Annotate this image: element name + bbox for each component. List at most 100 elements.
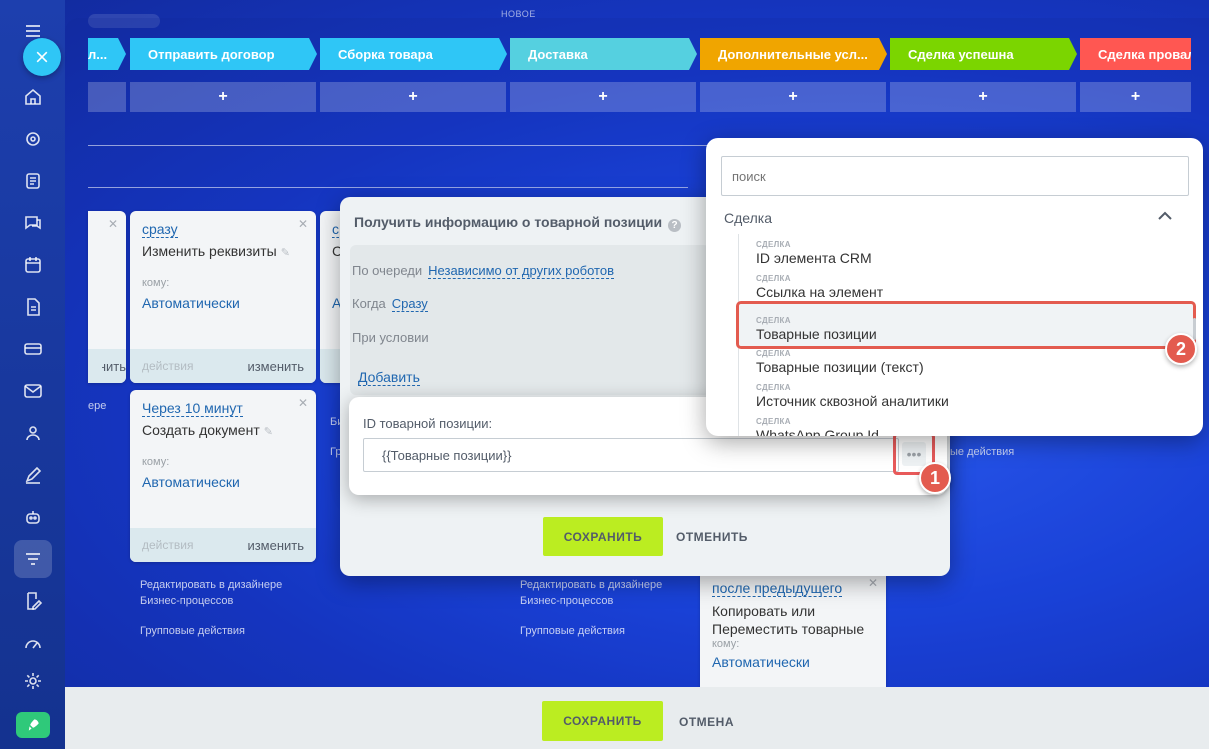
add-robot-button[interactable]: + <box>130 82 316 112</box>
contacts-icon[interactable] <box>14 414 52 452</box>
edit-in-designer-link[interactable]: Редактировать в дизайнере Бизнес-процесс… <box>520 577 690 609</box>
group-actions-partial[interactable]: ые действия <box>950 444 1014 460</box>
rocket-icon[interactable] <box>16 712 50 738</box>
add-robot-button[interactable]: + <box>700 82 886 112</box>
dropdown-item[interactable]: СДЕЛКА Товарные позиции (текст) <box>756 349 924 375</box>
robot-to-label: кому: <box>712 638 740 650</box>
card-icon[interactable] <box>14 330 52 368</box>
robot-card[interactable]: сразу ✕ Изменить реквизиты ✎ кому: Автома… <box>130 211 316 383</box>
robot-trigger-link[interactable]: с <box>332 221 339 238</box>
robot-trigger-link[interactable]: Через 10 минут <box>142 400 243 417</box>
stage-assembly[interactable]: Сборка товара <box>320 38 507 70</box>
funnel-icon[interactable] <box>14 540 52 578</box>
edit-in-designer-link[interactable]: Редактировать в дизайнере Бизнес-процесс… <box>140 577 310 609</box>
dropdown-item[interactable]: СДЕЛКА ID элемента CRM <box>756 240 872 266</box>
add-condition-link[interactable]: Добавить <box>358 369 420 386</box>
popup-save-button[interactable]: СОХРАНИТЬ <box>543 517 663 556</box>
robot-title: Создать документ ✎ <box>142 422 273 438</box>
edit-link[interactable]: изменить <box>247 538 304 553</box>
settings-gear-icon[interactable] <box>14 662 52 700</box>
add-robot-button[interactable]: + <box>890 82 1076 112</box>
close-icon[interactable]: ✕ <box>298 396 308 410</box>
product-id-label: ID товарной позиции: <box>363 416 493 431</box>
robot-responsible[interactable]: Автоматически <box>712 654 810 670</box>
stage-success[interactable]: Сделка успешна <box>890 38 1077 70</box>
popup-cancel-button[interactable]: ОТМЕНИТЬ <box>676 530 748 544</box>
add-robot-button[interactable]: + <box>510 82 696 112</box>
chevron-up-icon[interactable] <box>1158 208 1172 224</box>
robot-card[interactable]: Через 10 минут ✕ Создать документ ✎ кому:… <box>130 390 316 562</box>
group-actions-link[interactable]: Групповые действия <box>520 623 625 639</box>
group-actions-link[interactable]: Групповые действия <box>140 623 245 639</box>
designer-link-partial[interactable]: ере <box>88 398 106 414</box>
stage-fail[interactable]: Сделка провал <box>1080 38 1191 70</box>
add-robot-button[interactable]: + <box>1080 82 1191 112</box>
edit-doc-icon[interactable] <box>14 582 52 620</box>
dropdown-search-input[interactable] <box>721 156 1189 196</box>
section-deal-header[interactable]: Сделка <box>724 210 772 226</box>
edit-link[interactable]: изменить <box>247 359 304 374</box>
stage-label: Отправить договор <box>148 46 275 62</box>
close-icon[interactable]: ✕ <box>108 217 118 231</box>
crm-icon[interactable] <box>14 120 52 158</box>
robot-icon[interactable] <box>14 498 52 536</box>
sign-icon[interactable] <box>14 456 52 494</box>
left-sidebar <box>0 0 65 749</box>
bottom-action-bar: СОХРАНИТЬ ОТМЕНА <box>65 687 1209 749</box>
robot-to-label: кому: <box>142 456 170 468</box>
dropdown-item[interactable]: СДЕЛКА Источник сквозной аналитики <box>756 383 949 409</box>
close-slider-button[interactable] <box>23 38 61 76</box>
product-id-input[interactable]: {{Товарные позиции}} <box>363 438 899 472</box>
dropdown-item[interactable]: СДЕЛКА WhatsApp Group Id <box>756 417 879 436</box>
actions-label: действия <box>142 538 194 552</box>
home-icon[interactable] <box>14 78 52 116</box>
save-button[interactable]: СОХРАНИТЬ <box>542 701 663 741</box>
add-robot-cell[interactable] <box>88 82 126 112</box>
dropdown-scrollbar[interactable] <box>1193 318 1196 340</box>
analytics-icon[interactable] <box>14 624 52 662</box>
stage-label: л... <box>88 46 108 62</box>
add-robot-button[interactable]: + <box>320 82 506 112</box>
robot-responsible[interactable]: Автоматически <box>142 295 240 311</box>
card-footer: изменить <box>88 349 126 383</box>
robot-card[interactable]: после предыдущего ✕ Копировать или Перем… <box>700 570 886 700</box>
dropdown-item[interactable]: СДЕЛКА Ссылка на элемент <box>756 274 883 300</box>
more-dots-icon[interactable]: ••• <box>902 442 926 466</box>
item-name: Товарные позиции <box>756 326 877 342</box>
robot-to-label: кому: <box>142 277 170 289</box>
dropdown-item-product-positions-highlight[interactable]: СДЕЛКА Товарные позиции <box>736 301 1196 349</box>
separator-line <box>88 145 708 146</box>
mail-icon[interactable] <box>14 372 52 410</box>
pencil-icon[interactable]: ✎ <box>281 247 290 259</box>
step-badge-1: 1 <box>919 462 951 494</box>
close-icon[interactable]: ✕ <box>868 576 878 590</box>
tasks-icon[interactable] <box>14 162 52 200</box>
stage-send-contract[interactable]: Отправить договор <box>130 38 317 70</box>
document-icon[interactable] <box>14 288 52 326</box>
popup-title: Получить информацию о товарной позиции? <box>354 214 682 232</box>
stage-label: Сделка успешна <box>908 46 1014 62</box>
condition-row: При условии <box>352 330 429 345</box>
stage-delivery[interactable]: Доставка <box>510 38 697 70</box>
cancel-button[interactable]: ОТМЕНА <box>679 715 734 729</box>
stage-additional[interactable]: Дополнительные усл... <box>700 38 887 70</box>
robot-responsible[interactable]: Автоматически <box>142 474 240 490</box>
field-selector-dropdown: Сделка СДЕЛКАID элемента CRM СДЕЛКАСсылк… <box>706 138 1203 436</box>
stage-label: Сделка провал <box>1098 46 1191 62</box>
help-icon[interactable]: ? <box>668 219 682 232</box>
when-value-link[interactable]: Сразу <box>391 296 428 312</box>
close-icon[interactable]: ✕ <box>298 217 308 231</box>
stage-previous[interactable]: л... <box>88 38 126 70</box>
card-footer: действия изменить <box>130 528 316 562</box>
calendar-icon[interactable] <box>14 246 52 284</box>
robot-title: Копировать или Переместить товарные <box>712 603 865 637</box>
queue-value-link[interactable]: Независимо от других роботов <box>428 263 614 279</box>
robot-trigger-link[interactable]: сразу <box>142 221 178 238</box>
step-badge-2: 2 <box>1165 333 1197 365</box>
chat-icon[interactable] <box>14 204 52 242</box>
robot-card-partial[interactable]: ✕ изменить <box>88 211 126 383</box>
stage-label: Дополнительные усл... <box>718 46 868 62</box>
robot-trigger-link[interactable]: после предыдущего <box>712 580 843 597</box>
edit-link[interactable]: изменить <box>102 359 126 374</box>
pencil-icon[interactable]: ✎ <box>264 426 273 438</box>
